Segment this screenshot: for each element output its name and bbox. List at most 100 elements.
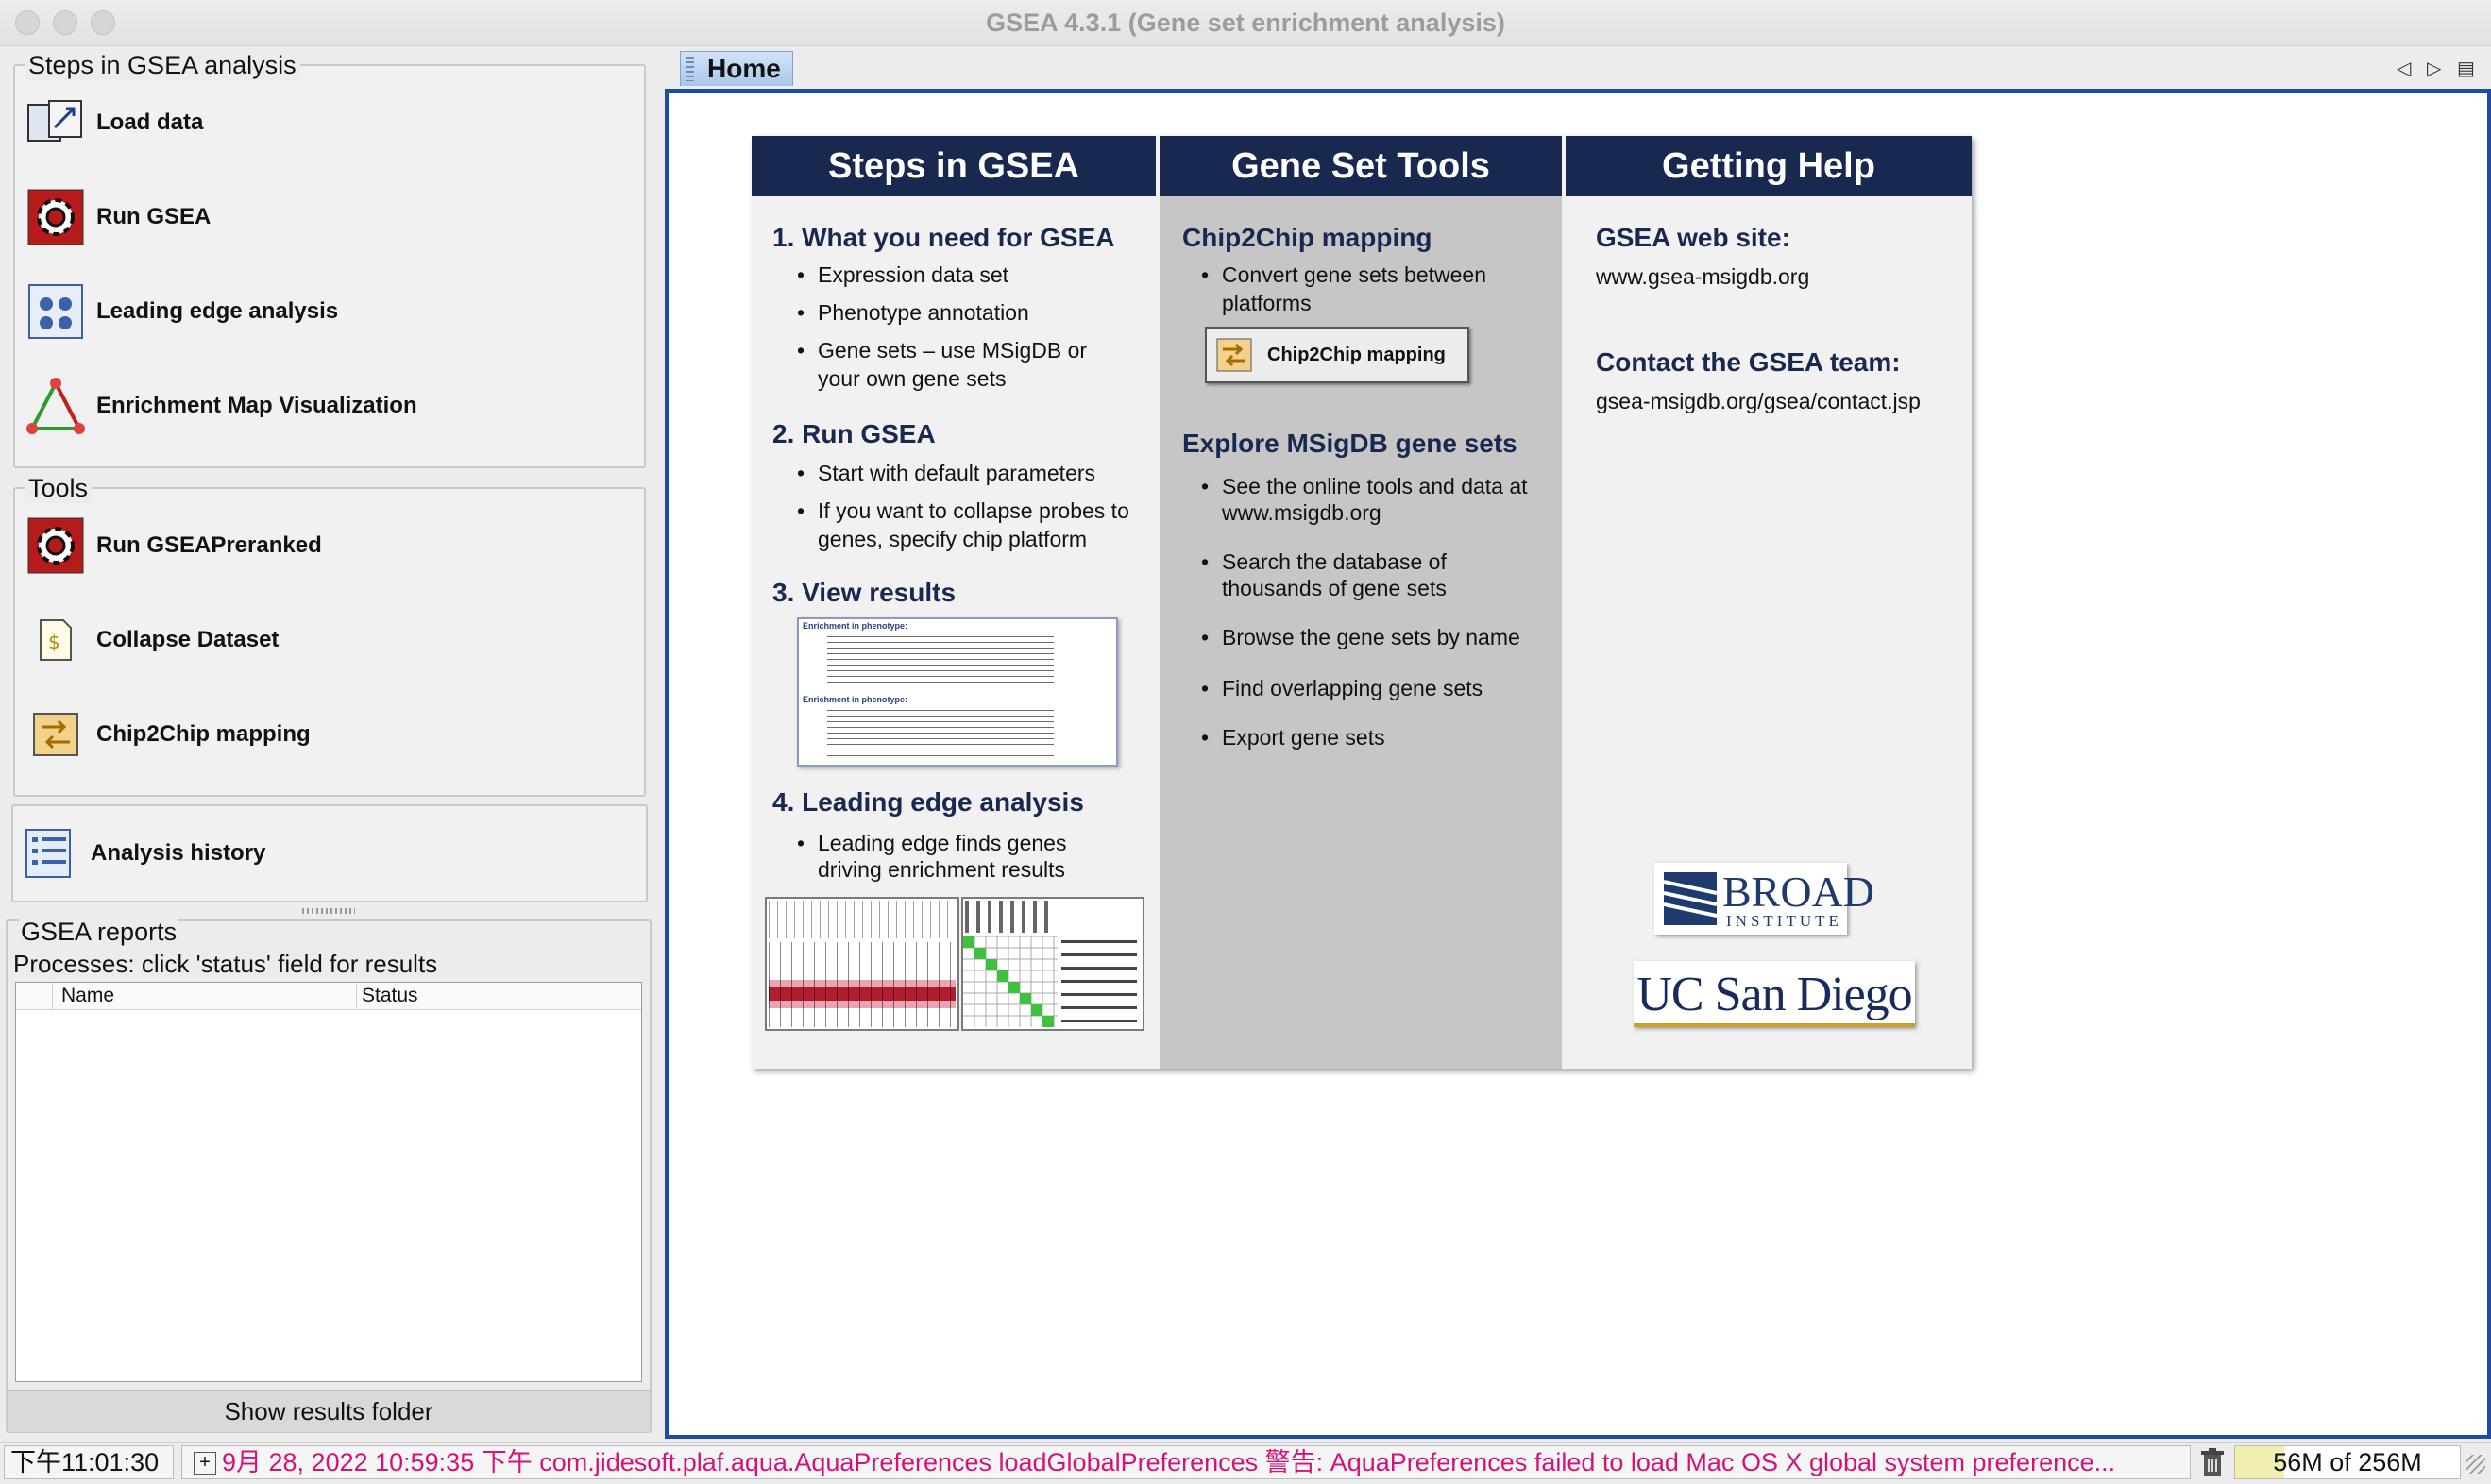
- thumb-line: Enrichment in phenotype:: [803, 695, 908, 704]
- tab-next-icon[interactable]: ▷: [2427, 57, 2441, 80]
- chip2chip-item[interactable]: Chip2Chip mapping: [26, 704, 311, 765]
- load-data-icon: [26, 93, 85, 152]
- svg-text:$: $: [48, 631, 60, 653]
- processes-table[interactable]: Name Status: [15, 982, 642, 1382]
- step4-item: Leading edge finds genes: [797, 829, 1066, 857]
- run-gsea-item[interactable]: Run GSEA: [26, 187, 211, 247]
- step1-item: Expression data set: [797, 261, 1008, 289]
- view-results-thumbnail[interactable]: Enrichment in phenotype: Enrichment in p…: [797, 617, 1118, 767]
- clock: 下午11:01:30: [4, 1445, 174, 1479]
- chip-mapping-icon: [1216, 338, 1252, 372]
- msigdb-item: See the online tools and data at: [1201, 472, 1527, 500]
- thumb-line: Enrichment in phenotype:: [803, 621, 908, 631]
- steps-heading: Steps in GSEA: [752, 136, 1156, 196]
- msigdb-title: Explore MSigDB gene sets: [1182, 429, 1517, 458]
- tab-prev-icon[interactable]: ◁: [2397, 57, 2411, 80]
- show-results-folder-button[interactable]: Show results folder: [8, 1390, 650, 1432]
- memory-label: 56M of 256M: [2273, 1448, 2422, 1476]
- msigdb-item: Export gene sets: [1201, 723, 1385, 751]
- steps-column: Steps in GSEA 1. What you need for GSEA …: [752, 136, 1156, 1069]
- gene-set-tools-column: Gene Set Tools Chip2Chip mapping Convert…: [1160, 136, 1562, 1069]
- analysis-history-item[interactable]: Analysis history: [21, 823, 265, 884]
- gear-icon: [26, 188, 85, 246]
- thumb-text-lines: [827, 710, 1054, 761]
- history-list-icon: [21, 824, 79, 883]
- window-title-bar: GSEA 4.3.1 (Gene set enrichment analysis…: [0, 0, 2491, 46]
- msigdb-item-cont: www.msigdb.org: [1222, 500, 1381, 525]
- chip2chip-button[interactable]: Chip2Chip mapping: [1205, 327, 1469, 383]
- home-panel: Steps in GSEA 1. What you need for GSEA …: [752, 136, 1972, 1069]
- triangle-network-icon: [26, 377, 85, 435]
- broad-institute-logo: BROAD INSTITUTE: [1654, 863, 1874, 935]
- tab-home-label: Home: [707, 54, 781, 83]
- load-data-label: Load data: [96, 110, 204, 135]
- enrichment-map-item[interactable]: Enrichment Map Visualization: [26, 376, 417, 436]
- chip2chip-title: Chip2Chip mapping: [1182, 223, 1432, 252]
- chip2chip-label: Chip2Chip mapping: [96, 721, 311, 747]
- step4-title: 4. Leading edge analysis: [772, 787, 1084, 817]
- broad-logo-mark-icon: [1664, 872, 1717, 925]
- thumb-text-lines: [827, 636, 1054, 687]
- analysis-history-label: Analysis history: [91, 840, 266, 866]
- step1-title: 1. What you need for GSEA: [772, 223, 1115, 252]
- load-data-item[interactable]: Load data: [26, 93, 203, 153]
- tab-grip: [686, 57, 694, 81]
- chip2chip-desc: Convert gene sets between: [1201, 261, 1486, 289]
- broad-logo-text: BROAD: [1722, 868, 1875, 916]
- leading-edge-heatmap-thumbnail[interactable]: [765, 897, 959, 1031]
- step1-item: Phenotype annotation: [797, 298, 1029, 327]
- reports-title: GSEA reports: [19, 918, 179, 947]
- run-gsea-label: Run GSEA: [96, 204, 212, 229]
- table-header: Name Status: [16, 983, 641, 1010]
- window-title: GSEA 4.3.1 (Gene set enrichment analysis…: [986, 8, 1505, 37]
- uc-san-diego-logo: UC San Diego: [1634, 961, 1915, 1027]
- step1-item-cont: your own gene sets: [818, 366, 1007, 391]
- step2-item: Start with default parameters: [797, 459, 1095, 487]
- broad-logo-subtext: INSTITUTE: [1726, 912, 1842, 930]
- getting-help-heading: Getting Help: [1566, 136, 1972, 196]
- chip2chip-desc-cont: platforms: [1222, 291, 1312, 315]
- ucsd-logo-text: UC San Diego: [1636, 968, 1912, 1021]
- tab-strip: Home ◁ ▷ ▤: [667, 45, 2491, 89]
- log-message-field[interactable]: +9月 28, 2022 10:59:35 下午 com.jidesoft.pl…: [181, 1445, 2191, 1479]
- contact-title: Contact the GSEA team:: [1596, 347, 1901, 377]
- getting-help-column: Getting Help GSEA web site: www.gsea-msi…: [1566, 136, 1972, 1069]
- tab-home[interactable]: Home: [680, 51, 793, 86]
- run-gsea-preranked-label: Run GSEAPreranked: [96, 532, 322, 558]
- run-gsea-preranked-item[interactable]: Run GSEAPreranked: [26, 515, 322, 576]
- msigdb-item: Find overlapping gene sets: [1201, 674, 1483, 702]
- contact-link[interactable]: gsea-msigdb.org/gsea/contact.jsp: [1596, 389, 1921, 414]
- collapse-dataset-label: Collapse Dataset: [96, 627, 280, 652]
- gsea-reports-panel: GSEA reports Processes: click 'status' f…: [6, 918, 652, 1433]
- msigdb-item: Browse the gene sets by name: [1201, 623, 1520, 651]
- memory-meter[interactable]: 56M of 256M: [2234, 1445, 2461, 1479]
- leading-edge-item[interactable]: Leading edge analysis: [26, 281, 338, 342]
- enrichment-map-label: Enrichment Map Visualization: [96, 393, 417, 418]
- splitter-grip[interactable]: [302, 908, 355, 914]
- collapse-dataset-item[interactable]: $ Collapse Dataset: [26, 610, 279, 670]
- step2-item-cont: genes, specify chip platform: [818, 527, 1088, 551]
- status-bar: 下午11:01:30 +9月 28, 2022 10:59:35 下午 com.…: [0, 1442, 2491, 1483]
- analysis-history-panel: Analysis history: [11, 804, 648, 902]
- gene-set-tools-heading: Gene Set Tools: [1160, 136, 1562, 196]
- leading-edge-icon: [26, 282, 85, 341]
- msigdb-item-cont: thousands of gene sets: [1222, 576, 1447, 600]
- step1-item: Gene sets – use MSigDB or: [797, 336, 1087, 364]
- steps-panel: Steps in GSEA analysis Load data Run GSE…: [13, 51, 646, 468]
- web-site-link[interactable]: www.gsea-msigdb.org: [1596, 264, 1809, 290]
- web-site-title: GSEA web site:: [1596, 223, 1790, 252]
- column-status-header[interactable]: Status: [362, 985, 418, 1007]
- document-icon: $: [26, 611, 85, 669]
- expand-log-icon[interactable]: +: [194, 1452, 216, 1475]
- step2-item: If you want to collapse probes to: [797, 497, 1129, 525]
- column-name-header[interactable]: Name: [61, 985, 114, 1007]
- trash-icon[interactable]: [2198, 1447, 2227, 1477]
- resize-grip-icon[interactable]: [2466, 1455, 2485, 1474]
- tab-list-icon[interactable]: ▤: [2457, 57, 2475, 80]
- tools-panel-title: Tools: [25, 474, 93, 503]
- chip-mapping-icon: [26, 705, 85, 764]
- step3-title: 3. View results: [772, 578, 957, 607]
- steps-panel-title: Steps in GSEA analysis: [25, 51, 300, 80]
- step4-item-cont: driving enrichment results: [818, 857, 1066, 882]
- leading-edge-overlap-thumbnail[interactable]: [961, 897, 1144, 1031]
